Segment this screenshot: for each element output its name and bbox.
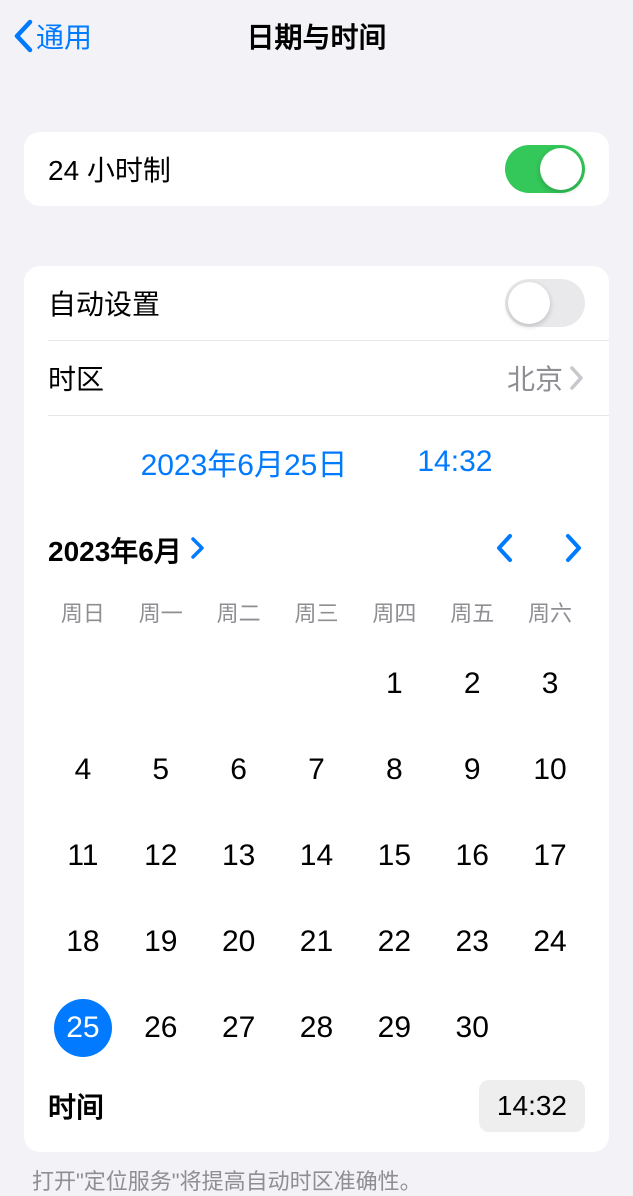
day-cell-empty bbox=[200, 652, 278, 716]
day-cell[interactable]: 12 bbox=[122, 824, 200, 888]
time-picker-button[interactable]: 14:32 bbox=[479, 1080, 585, 1132]
chevron-right-icon bbox=[569, 365, 585, 391]
day-cell[interactable]: 24 bbox=[511, 910, 589, 974]
weekday-cell: 周四 bbox=[355, 588, 433, 640]
time-display[interactable]: 14:32 bbox=[417, 445, 492, 479]
day-cell[interactable]: 23 bbox=[433, 910, 511, 974]
day-cell[interactable]: 13 bbox=[200, 824, 278, 888]
day-cell[interactable]: 29 bbox=[355, 996, 433, 1060]
day-cell[interactable]: 18 bbox=[44, 910, 122, 974]
day-cell[interactable]: 16 bbox=[433, 824, 511, 888]
back-button[interactable]: 通用 bbox=[12, 16, 92, 56]
day-cell[interactable]: 20 bbox=[200, 910, 278, 974]
day-cell-empty bbox=[44, 652, 122, 716]
day-cell[interactable]: 21 bbox=[278, 910, 356, 974]
day-cell[interactable]: 22 bbox=[355, 910, 433, 974]
hour24-row: 24 小时制 bbox=[24, 132, 609, 206]
weekday-cell: 周一 bbox=[122, 588, 200, 640]
weekday-cell: 周六 bbox=[511, 588, 589, 640]
day-cell[interactable]: 5 bbox=[122, 738, 200, 802]
calendar-grid: 1234567891011121314151617181920212223242… bbox=[24, 640, 609, 1068]
day-cell[interactable]: 8 bbox=[355, 738, 433, 802]
day-cell[interactable]: 17 bbox=[511, 824, 589, 888]
auto-set-toggle[interactable] bbox=[505, 279, 585, 327]
day-cell[interactable]: 19 bbox=[122, 910, 200, 974]
weekday-cell: 周三 bbox=[278, 588, 356, 640]
day-cell-empty bbox=[278, 652, 356, 716]
day-cell[interactable]: 7 bbox=[278, 738, 356, 802]
weekday-cell: 周五 bbox=[433, 588, 511, 640]
day-cell[interactable]: 2 bbox=[433, 652, 511, 716]
day-cell[interactable]: 15 bbox=[355, 824, 433, 888]
day-cell[interactable]: 11 bbox=[44, 824, 122, 888]
weekday-cell: 周二 bbox=[200, 588, 278, 640]
prev-month-button[interactable] bbox=[493, 532, 515, 569]
day-cell[interactable]: 3 bbox=[511, 652, 589, 716]
hour24-label: 24 小时制 bbox=[48, 149, 171, 189]
chevron-left-icon bbox=[12, 19, 34, 53]
timezone-label: 时区 bbox=[48, 358, 104, 398]
day-cell[interactable]: 26 bbox=[122, 996, 200, 1060]
weekday-cell: 周日 bbox=[44, 588, 122, 640]
auto-set-row: 自动设置 bbox=[24, 266, 609, 340]
timezone-row[interactable]: 时区 北京 bbox=[24, 341, 609, 415]
day-cell[interactable]: 14 bbox=[278, 824, 356, 888]
day-cell[interactable]: 4 bbox=[44, 738, 122, 802]
day-cell[interactable]: 10 bbox=[511, 738, 589, 802]
footer-text: 打开"定位服务"将提高自动时区准确性。 bbox=[32, 1164, 601, 1196]
day-cell[interactable]: 1 bbox=[355, 652, 433, 716]
day-cell[interactable]: 30 bbox=[433, 996, 511, 1060]
timezone-value: 北京 bbox=[507, 358, 563, 398]
hour24-toggle[interactable] bbox=[505, 145, 585, 193]
chevron-right-icon bbox=[190, 536, 206, 565]
page-title: 日期与时间 bbox=[246, 16, 386, 56]
weekday-row: 周日周一周二周三周四周五周六 bbox=[24, 584, 609, 640]
date-display[interactable]: 2023年6月25日 bbox=[141, 440, 348, 484]
day-cell[interactable]: 6 bbox=[200, 738, 278, 802]
day-cell[interactable]: 27 bbox=[200, 996, 278, 1060]
day-cell[interactable]: 28 bbox=[278, 996, 356, 1060]
day-cell[interactable]: 9 bbox=[433, 738, 511, 802]
month-label: 2023年6月 bbox=[48, 530, 182, 570]
back-label: 通用 bbox=[36, 16, 92, 56]
auto-set-label: 自动设置 bbox=[48, 283, 160, 323]
day-cell[interactable]: 25 bbox=[44, 996, 122, 1060]
month-selector[interactable]: 2023年6月 bbox=[48, 530, 206, 570]
day-cell-empty bbox=[122, 652, 200, 716]
next-month-button[interactable] bbox=[563, 532, 585, 569]
time-row-label: 时间 bbox=[48, 1086, 104, 1126]
